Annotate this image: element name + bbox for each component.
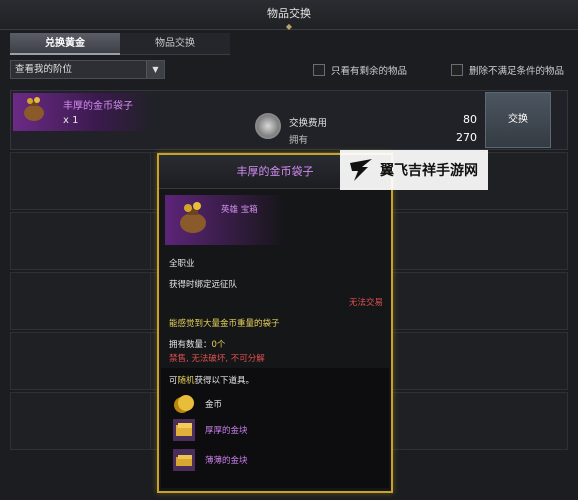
gold-bar-icon [173,449,195,471]
exchange-button[interactable]: 交换 [485,92,551,148]
window-title: 物品交换 [267,7,311,20]
reward-label: 厚厚的金块 [205,426,248,436]
item-tooltip: 丰厚的金币袋子 英雄 宝箱 全职业 获得时绑定远征队 无法交易 能感觉到大量金币… [157,153,393,493]
tooltip-description: 能感觉到大量金币重量的袋子 [169,319,280,329]
gold-bar-icon [173,419,195,441]
tab-gold-exchange[interactable]: 兑换黄金 [10,33,120,55]
random-highlight: 随机 [177,376,195,386]
reward-item: 薄薄的金块 [173,449,248,471]
reward-label: 金币 [205,400,223,410]
random-prefix: 可 [169,376,178,386]
item-name: 丰厚的金币袋子 [63,101,133,112]
tooltip-owned-value: 0个 [211,340,226,350]
site-logo-icon [350,159,372,181]
title-ornament-icon: ◆ [285,22,293,31]
remaining-only-checkbox[interactable]: 只看有剩余的物品 [313,63,407,77]
cost-value: 80 [463,113,477,126]
filter-toolbar: 查看我的阶位 ▼ 只看有剩余的物品 删除不满足条件的物品 [10,60,568,80]
item-quantity: x 1 [63,115,79,126]
owned-label: 拥有 [289,135,309,146]
rank-select-value: 查看我的阶位 [15,64,73,75]
tab-bar: 兑换黄金 物品交换 [10,33,230,55]
tooltip-restriction: 禁售, 无法破坏, 不可分解 [169,354,265,364]
tooltip-grade: 英雄 宝箱 [221,205,258,215]
exclude-unmet-label: 删除不满足条件的物品 [469,66,565,77]
watermark: 翼飞吉祥手游网 [340,150,488,190]
checkbox-box[interactable] [313,64,325,76]
rank-select[interactable]: 查看我的阶位 ▼ [10,60,165,79]
tooltip-class: 全职业 [169,259,195,269]
owned-value: 270 [456,131,477,144]
reward-item: 厚厚的金块 [173,419,248,441]
tooltip-random-text: 可随机获得以下道具。 [169,374,254,386]
chevron-down-icon[interactable]: ▼ [146,61,164,78]
currency-medal-icon [255,113,281,139]
tooltip-bind: 获得时绑定远征队 [169,280,238,290]
checkbox-box[interactable] [451,64,463,76]
cost-label: 交换费用 [289,118,328,129]
gold-coin-icon [174,395,194,413]
exclude-unmet-checkbox[interactable]: 删除不满足条件的物品 [451,63,564,77]
reward-label: 薄薄的金块 [205,456,248,466]
watermark-text: 翼飞吉祥手游网 [380,163,478,179]
gold-bag-icon [180,202,206,233]
remaining-only-label: 只看有剩余的物品 [331,66,408,77]
random-suffix: 获得以下道具。 [194,376,255,386]
tooltip-owned: 拥有数量：0个 [169,338,225,350]
gold-bag-icon [24,97,44,121]
tooltip-owned-label: 拥有数量： [169,340,212,350]
reward-item: 金币 [173,393,222,415]
tab-item-exchange[interactable]: 物品交换 [120,33,230,55]
tooltip-trade: 无法交易 [348,298,383,308]
list-item[interactable]: 丰厚的金币袋子 x 1 交换费用 80 拥有 270 交换 [10,90,568,150]
cost-panel: 交换费用 80 拥有 270 [251,113,481,147]
